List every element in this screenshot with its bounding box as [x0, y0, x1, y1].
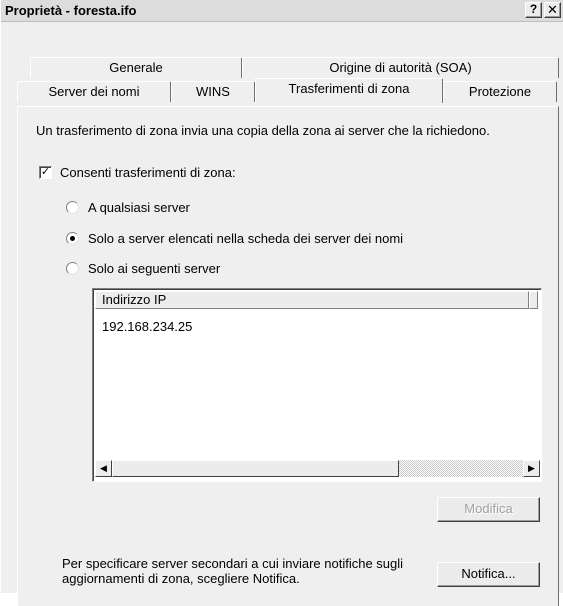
- list-item[interactable]: 192.168.234.25: [102, 319, 192, 334]
- radio-name-servers-only[interactable]: [66, 232, 79, 245]
- horizontal-scrollbar[interactable]: ◀ ▶: [95, 460, 540, 477]
- close-button[interactable]: ✕: [544, 2, 561, 18]
- notify-button[interactable]: Notifica...: [437, 562, 540, 587]
- notify-description: Per specificare server secondari a cui i…: [62, 556, 404, 586]
- column-header-ip[interactable]: Indirizzo IP: [95, 291, 529, 309]
- radio-following-servers-label: Solo ai seguenti server: [88, 261, 221, 276]
- scroll-right-icon[interactable]: ▶: [523, 460, 540, 477]
- radio-any-server-label: A qualsiasi server: [88, 200, 190, 215]
- window-title: Proprietà - foresta.ifo: [5, 3, 137, 18]
- ip-address-list[interactable]: Indirizzo IP 192.168.234.25 ◀ ▶: [92, 288, 542, 482]
- scroll-left-icon[interactable]: ◀: [95, 460, 112, 477]
- modify-button[interactable]: Modifica: [437, 497, 540, 522]
- tab-server-dei-nomi[interactable]: Server dei nomi: [17, 81, 171, 102]
- column-header-filler: [529, 291, 538, 309]
- tab-trasferimenti-di-zona[interactable]: Trasferimenti di zona: [255, 78, 443, 103]
- scroll-thumb[interactable]: [112, 460, 399, 477]
- allow-transfers-checkbox[interactable]: ✓: [39, 166, 52, 179]
- properties-dialog: Proprietà - foresta.ifo ? ✕ Generale Ori…: [0, 0, 563, 606]
- tab-origine-autorita[interactable]: Origine di autorità (SOA): [242, 57, 559, 78]
- radio-following-servers[interactable]: [66, 262, 79, 275]
- radio-selected-dot: [70, 236, 75, 241]
- allow-transfers-label: Consenti trasferimenti di zona:: [60, 165, 236, 180]
- title-bar[interactable]: Proprietà - foresta.ifo ? ✕: [1, 0, 563, 22]
- tab-protezione[interactable]: Protezione: [443, 81, 557, 102]
- zone-transfer-description: Un trasferimento di zona invia una copia…: [36, 123, 490, 138]
- radio-name-servers-only-label: Solo a server elencati nella scheda dei …: [88, 231, 404, 246]
- tab-wins[interactable]: WINS: [171, 81, 255, 102]
- tab-generale[interactable]: Generale: [30, 57, 242, 78]
- radio-any-server[interactable]: [66, 201, 79, 214]
- help-button[interactable]: ?: [525, 2, 542, 18]
